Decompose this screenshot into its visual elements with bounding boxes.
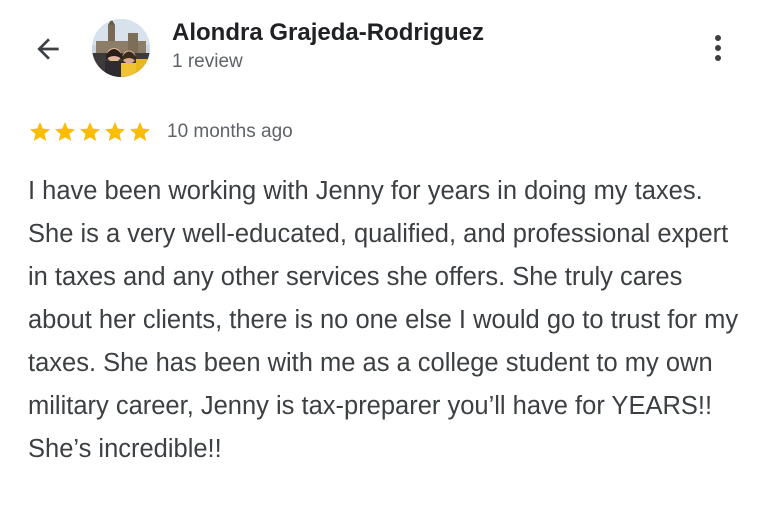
reviewer-avatar[interactable] (92, 19, 150, 77)
review-time: 10 months ago (167, 121, 293, 142)
back-button[interactable] (28, 29, 68, 69)
star-icon (105, 122, 125, 141)
reviewer-name[interactable]: Alondra Grajeda-Rodriguez (172, 19, 484, 47)
more-vert-icon (715, 35, 721, 61)
star-icon (55, 122, 75, 141)
review-text: I have been working with Jenny for years… (28, 177, 739, 463)
arrow-back-icon (37, 38, 59, 60)
star-icon (30, 122, 50, 141)
review-header: Alondra Grajeda-Rodriguez 1 review (0, 0, 768, 100)
rating-row: 10 months ago (28, 118, 293, 146)
star-icon (80, 122, 100, 141)
review-count: 1 review (172, 51, 243, 72)
more-options-button[interactable] (700, 28, 736, 68)
star-icon (130, 122, 150, 141)
star-rating (28, 120, 153, 144)
